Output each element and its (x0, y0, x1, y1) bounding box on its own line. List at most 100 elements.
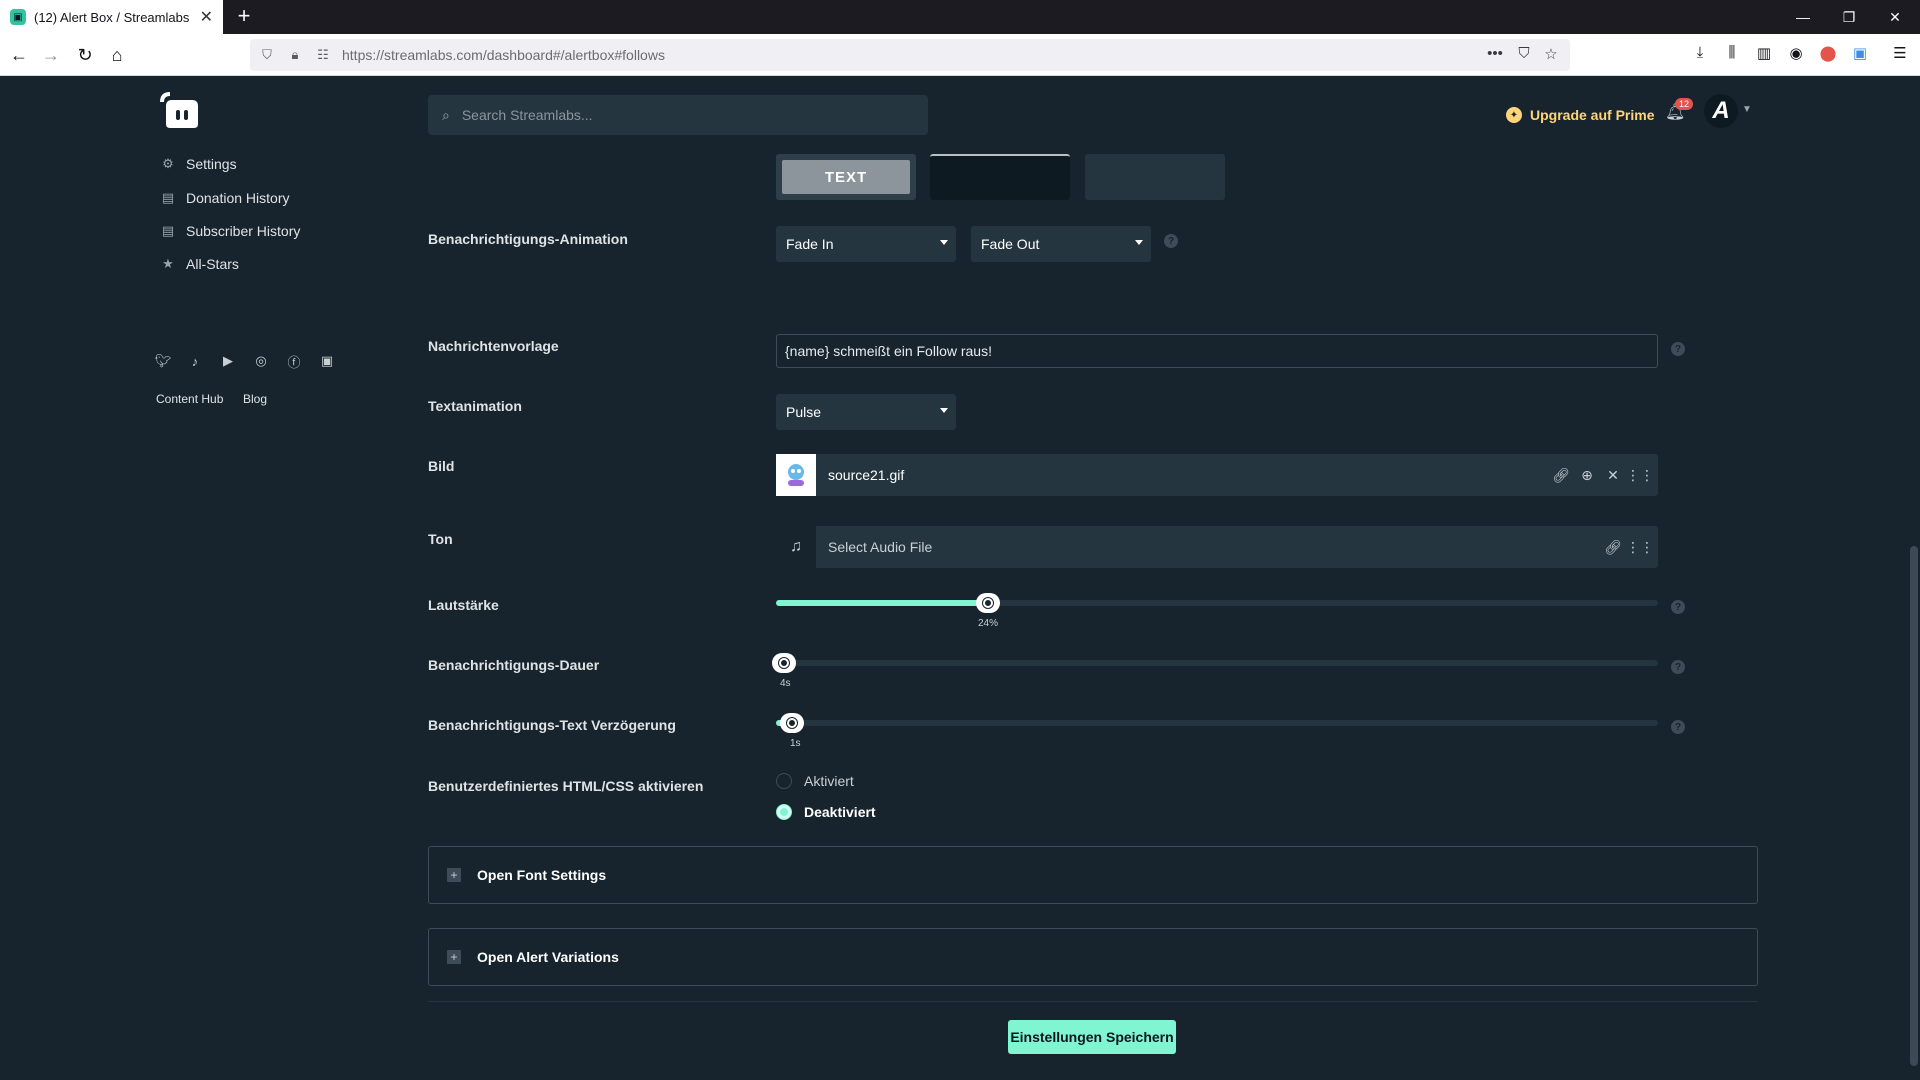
window-close-icon[interactable]: ✕ (1872, 0, 1918, 34)
animation-out-select[interactable]: Fade Out (971, 226, 1151, 262)
volume-slider-handle[interactable] (976, 593, 1000, 613)
text-animation-label: Textanimation (428, 398, 522, 414)
list-icon: ▤ (161, 223, 175, 238)
reload-icon[interactable]: ↻ (72, 42, 98, 68)
blog-link[interactable]: Blog (243, 392, 267, 406)
duration-label: Benachrichtigungs-Dauer (428, 657, 600, 673)
text-delay-label: Benachrichtigungs-Text Verzögerung (428, 717, 676, 733)
plus-icon: + (447, 868, 461, 882)
duration-slider[interactable]: 4s (772, 653, 1658, 689)
layout-swatch-empty[interactable] (1085, 154, 1225, 200)
url-bar[interactable]: ⛉ 🔒︎ ☷ https://streamlabs.com/dashboard#… (250, 39, 1570, 71)
sidebar-icon[interactable]: ▥ (1752, 44, 1776, 66)
content-hub-link[interactable]: Content Hub (156, 392, 223, 406)
sidebar-item-settings[interactable]: ⚙ Settings (160, 152, 236, 176)
sidebar-item-donation-history[interactable]: ▤ Donation History (160, 186, 290, 210)
more-actions-icon[interactable]: ••• (1484, 45, 1506, 65)
image-label: Bild (428, 458, 455, 474)
template-label: Nachrichtenvorlage (428, 338, 559, 354)
image-file-row[interactable]: source21.gif 🔗︎ ⊕ ✕ ⋮⋮ (776, 454, 1658, 496)
layout-swatch-dark[interactable] (930, 154, 1070, 200)
search-icon: ⌕ (442, 106, 450, 123)
font-settings-accordion[interactable]: + Open Font Settings (428, 846, 1758, 904)
animation-label: Benachrichtigungs-Animation (428, 231, 628, 247)
text-delay-slider-handle[interactable] (780, 713, 804, 733)
swatch-text-label: TEXT (782, 160, 910, 194)
scrollbar[interactable] (1910, 546, 1918, 1066)
url-path: /dashboard#/alertbox#follows (482, 47, 665, 63)
menu-icon[interactable]: ☰ (1888, 44, 1912, 66)
radio-activated[interactable]: Aktiviert (776, 771, 854, 791)
browser-nav-bar: ← → ↻ ⌂ ⛉ 🔒︎ ☷ https://streamlabs.com/da… (0, 34, 1920, 76)
radio-deactivated[interactable]: Deaktiviert (776, 802, 876, 822)
back-icon[interactable]: ← (6, 42, 32, 68)
discord-icon[interactable]: ▣ (317, 351, 337, 371)
upgrade-label: Upgrade auf Prime (1530, 107, 1655, 123)
chevron-down-icon[interactable]: ▼ (1742, 104, 1752, 115)
help-icon[interactable]: ? (1671, 342, 1685, 356)
link-icon[interactable]: 🔗︎ (1600, 539, 1626, 556)
alert-variations-accordion[interactable]: + Open Alert Variations (428, 928, 1758, 986)
new-tab-icon[interactable]: + (232, 5, 256, 29)
duration-slider-handle[interactable] (772, 653, 796, 673)
bell-icon[interactable]: 🔔︎ 12 (1665, 98, 1694, 126)
home-icon[interactable]: ⌂ (104, 42, 130, 68)
streamlabs-app: ⚙ Settings ▤ Donation History ▤ Subscrib… (0, 76, 1920, 1080)
close-icon[interactable]: ✕ (200, 7, 213, 27)
grid-icon[interactable]: ⋮⋮ (1626, 539, 1654, 556)
audio-file-row[interactable]: ♫ Select Audio File 🔗︎ ⋮⋮ (776, 526, 1658, 568)
streamlabs-logo-icon[interactable] (160, 92, 204, 132)
radio-dot (776, 773, 792, 789)
download-icon[interactable]: ⤓ (1688, 44, 1712, 66)
twitter-icon[interactable]: 🐦︎ (153, 351, 173, 371)
browser-tab-bar: ▣ (12) Alert Box / Streamlabs ✕ + — ❐ ✕ (0, 0, 1920, 34)
radio-activated-label: Aktiviert (804, 773, 854, 789)
prime-icon: ✦ (1506, 107, 1522, 123)
help-icon[interactable]: ? (1671, 600, 1685, 614)
lock-icon[interactable]: 🔒︎ (284, 47, 306, 63)
text-animation-select[interactable]: Pulse (776, 394, 956, 430)
sidebar-item-all-stars[interactable]: ★ All-Stars (160, 252, 239, 276)
facebook-icon[interactable]: ⓕ (284, 351, 304, 371)
restore-icon[interactable]: ❐ (1826, 0, 1872, 34)
library-icon[interactable]: ⫼ (1720, 44, 1744, 66)
volume-slider[interactable]: 24% (776, 593, 1658, 629)
sidebar-item-subscriber-history[interactable]: ▤ Subscriber History (160, 219, 301, 243)
volume-slider-fill (776, 600, 988, 606)
help-icon[interactable]: ? (1671, 660, 1685, 674)
account-icon[interactable]: ◉ (1784, 44, 1808, 66)
pocket-icon[interactable]: ⛉ (1513, 45, 1535, 65)
message-template-input[interactable] (776, 334, 1658, 368)
shield-icon[interactable]: ⛉ (256, 47, 278, 63)
sidebar-item-label: Donation History (186, 190, 290, 206)
adblock-icon[interactable]: ⬤ (1816, 44, 1840, 66)
grid-icon[interactable]: ⋮⋮ (1626, 467, 1654, 484)
dropdown-arrow-icon (940, 240, 948, 245)
sidebar-item-label: All-Stars (186, 256, 239, 272)
avatar[interactable]: A (1704, 94, 1738, 128)
browser-tab-alert-box[interactable]: ▣ (12) Alert Box / Streamlabs ✕ (0, 0, 223, 34)
permissions-icon[interactable]: ☷ (312, 47, 334, 63)
layout-swatch-text[interactable]: TEXT (776, 154, 916, 200)
save-settings-button[interactable]: Einstellungen Speichern (1008, 1020, 1176, 1054)
zoom-icon[interactable]: ⊕ (1574, 467, 1600, 484)
url-text[interactable]: https://streamlabs.com/dashboard#/alertb… (342, 47, 665, 63)
help-icon[interactable]: ? (1164, 234, 1178, 248)
animation-in-select[interactable]: Fade In (776, 226, 956, 262)
help-icon[interactable]: ? (1671, 720, 1685, 734)
youtube-icon[interactable]: ▶ (218, 351, 238, 371)
instagram-icon[interactable]: ◎ (251, 351, 271, 371)
gif-preview-icon (788, 464, 804, 486)
text-delay-slider[interactable]: 1s (776, 713, 1658, 749)
search-bar[interactable]: ⌕ (428, 95, 928, 135)
sound-label: Ton (428, 531, 453, 547)
upgrade-prime-button[interactable]: ✦ Upgrade auf Prime (1506, 105, 1654, 125)
bookmark-star-icon[interactable]: ☆ (1540, 45, 1562, 65)
minimize-icon[interactable]: — (1780, 0, 1826, 34)
tiktok-icon[interactable]: ♪ (185, 351, 205, 371)
search-input[interactable] (461, 107, 902, 123)
close-icon[interactable]: ✕ (1600, 467, 1626, 484)
link-icon[interactable]: 🔗︎ (1548, 467, 1574, 484)
forward-icon[interactable]: → (38, 42, 64, 68)
extension-icon[interactable]: ▣ (1848, 44, 1872, 66)
